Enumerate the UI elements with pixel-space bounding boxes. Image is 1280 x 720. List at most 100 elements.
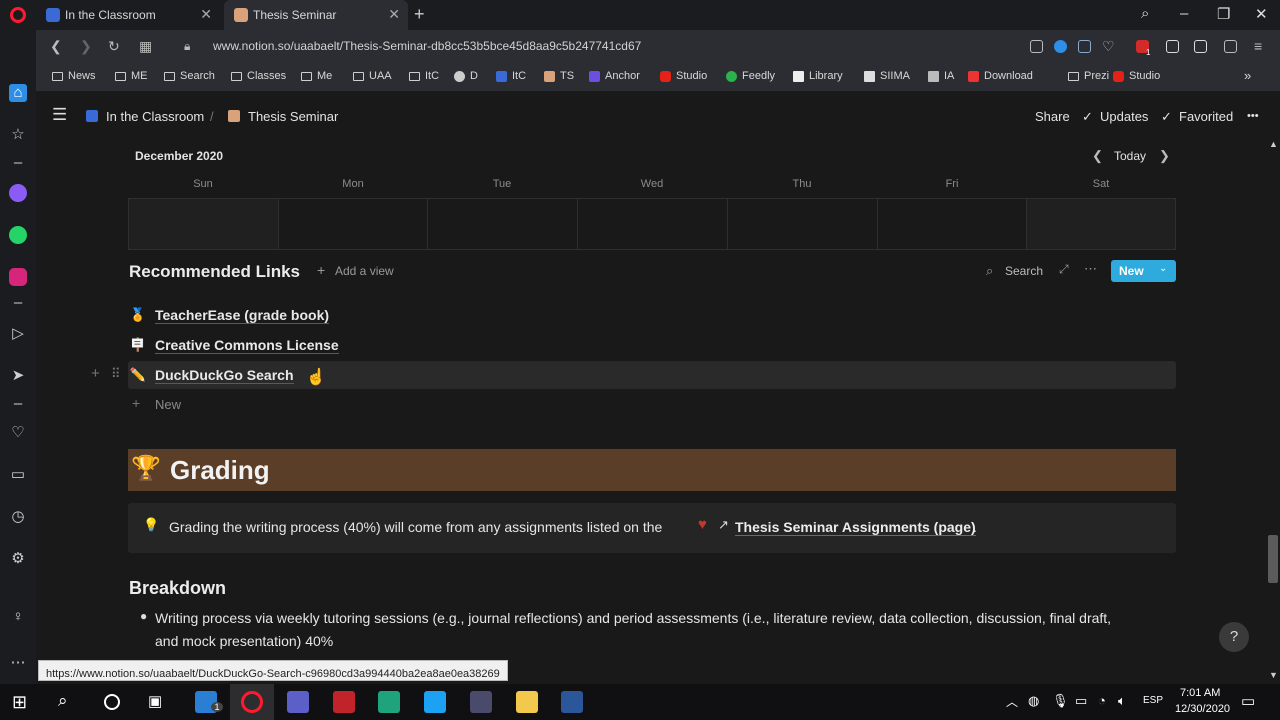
camera-icon[interactable] — [1030, 40, 1043, 53]
network-icon[interactable]: ◍ — [1028, 693, 1039, 709]
clock-date[interactable]: 12/30/2020 — [1175, 703, 1230, 715]
bookmark-search[interactable]: Search — [164, 70, 215, 82]
new-row-button[interactable]: New — [155, 397, 181, 412]
help-button[interactable]: ? — [1219, 622, 1249, 652]
cube-icon[interactable] — [1224, 40, 1237, 53]
bookmark-prezi[interactable]: Prezi — [1068, 70, 1109, 82]
updates-button[interactable]: Updates — [1100, 109, 1148, 124]
lightbulb-icon[interactable]: ♀ — [9, 608, 27, 626]
favorited-button[interactable]: Favorited — [1179, 109, 1233, 124]
page-link[interactable]: Thesis Seminar Assignments (page) — [735, 519, 976, 536]
bookmark-me-2[interactable]: Me — [301, 70, 332, 82]
bookmark-news[interactable]: News — [52, 70, 96, 82]
list-item[interactable]: 🪧 Creative Commons License — [128, 331, 339, 359]
show-hidden-icons[interactable]: ︿ — [1006, 693, 1018, 710]
calendar-day-cell[interactable] — [428, 199, 578, 249]
bookmark-feedly[interactable]: Feedly — [726, 70, 775, 82]
bookmark-library[interactable]: Library — [793, 70, 843, 82]
bookmark-itc-2[interactable]: ItC — [496, 70, 526, 82]
calendar-day-cell[interactable] — [279, 199, 428, 249]
file-explorer-icon[interactable] — [516, 691, 538, 713]
close-tab-icon[interactable]: ✕ — [388, 6, 400, 23]
bookmark-anchor[interactable]: Anchor — [589, 70, 640, 82]
url-field[interactable]: www.notion.so/uaabaelt/Thesis-Seminar-db… — [213, 39, 641, 53]
heart-icon[interactable]: ♡ — [9, 424, 27, 442]
settings-icon[interactable]: ⚙ — [9, 550, 27, 568]
minimize-icon[interactable]: – — [1180, 5, 1188, 22]
extension-icon-2[interactable] — [1194, 40, 1207, 53]
cortana-icon[interactable] — [104, 694, 120, 710]
tabs-icon[interactable]: ▭ — [9, 466, 27, 484]
sidebar-toggle-icon[interactable]: ☰ — [52, 105, 67, 125]
bookmark-uaa[interactable]: UAA — [353, 70, 392, 82]
bookmark-studio[interactable]: Studio — [660, 70, 707, 82]
breadcrumb-thesis-seminar[interactable]: Thesis Seminar — [248, 109, 338, 124]
add-view-button[interactable]: Add a view — [335, 264, 394, 278]
microphone-icon[interactable]: 🎙︎ — [1052, 693, 1069, 709]
calendar-day-cell[interactable] — [1027, 199, 1175, 249]
chat-app-icon[interactable] — [378, 691, 400, 713]
expand-icon[interactable]: ⤢ — [1059, 262, 1069, 277]
link-title[interactable]: TeacherEase (grade book) — [155, 307, 330, 324]
twitter-icon[interactable] — [424, 691, 446, 713]
windows-start-icon[interactable]: ⊞ — [12, 692, 27, 713]
drag-handle-icon[interactable]: ⠿ — [111, 366, 121, 382]
more-bookmarks-icon[interactable]: » — [1244, 68, 1251, 83]
bookmark-ia[interactable]: IA — [928, 70, 954, 82]
notion-extension-icon[interactable] — [1166, 40, 1179, 53]
close-tab-icon[interactable]: ✕ — [200, 6, 212, 23]
new-record-button[interactable]: New ⌄ — [1111, 260, 1176, 282]
clock-time[interactable]: 7:01 AM — [1180, 687, 1220, 699]
word-icon[interactable] — [561, 691, 583, 713]
tab-thesis-seminar[interactable]: Thesis Seminar ✕ — [224, 0, 408, 30]
calendar-day-cell[interactable] — [578, 199, 728, 249]
send-icon[interactable] — [1078, 40, 1091, 53]
scroll-down-icon[interactable]: ▼ — [1269, 670, 1278, 680]
opera-logo-icon[interactable] — [10, 7, 26, 23]
messenger-icon[interactable] — [9, 184, 27, 202]
search-icon[interactable]: ⌕ — [58, 691, 68, 711]
search-tabs-icon[interactable]: ⌕ — [1141, 5, 1149, 22]
instagram-icon[interactable] — [9, 268, 27, 286]
page-scrollbar[interactable]: ▲ ▼ — [1266, 139, 1280, 684]
bookmark-itc[interactable]: ItC — [409, 70, 439, 82]
calendar-day-cell[interactable] — [129, 199, 279, 249]
reload-icon[interactable]: ↻ — [108, 38, 120, 55]
link-title[interactable]: Creative Commons License — [155, 337, 339, 354]
calendar-day-cell[interactable] — [878, 199, 1027, 249]
opera-icon[interactable] — [241, 691, 263, 713]
teams-icon[interactable] — [287, 691, 309, 713]
list-item[interactable]: 🏅 TeacherEase (grade book) — [128, 301, 330, 329]
breadcrumb-in-the-classroom[interactable]: In the Classroom — [106, 109, 204, 124]
more-icon[interactable]: ⋯ — [9, 654, 27, 672]
add-block-icon[interactable]: + — [91, 365, 100, 382]
volume-icon[interactable]: 🔈︎ — [1118, 693, 1126, 709]
bookmark-d[interactable]: D — [454, 70, 478, 82]
home-icon[interactable]: ⌂ — [9, 84, 27, 102]
bookmark-download[interactable]: Download — [968, 70, 1033, 82]
slack-icon[interactable] — [470, 691, 492, 713]
forward-icon[interactable]: ❯ — [80, 38, 92, 55]
mendeley-icon[interactable] — [333, 691, 355, 713]
back-icon[interactable]: ❮ — [50, 38, 62, 55]
bookmark-me[interactable]: ME — [115, 70, 148, 82]
close-window-icon[interactable]: ✕ — [1255, 5, 1268, 23]
bookmark-ts[interactable]: TS — [544, 70, 574, 82]
database-more-icon[interactable]: ⋯ — [1084, 261, 1097, 277]
scrollbar-thumb[interactable] — [1268, 535, 1278, 583]
scroll-up-icon[interactable]: ▲ — [1269, 139, 1278, 149]
share-button[interactable]: Share — [1035, 109, 1070, 124]
bookmark-classes[interactable]: Classes — [231, 70, 286, 82]
battery-icon[interactable]: ▭ — [1075, 693, 1087, 709]
player-icon[interactable]: ▷ — [9, 325, 27, 343]
new-tab-button[interactable]: + — [414, 4, 425, 25]
bookmark-studio-2[interactable]: Studio — [1113, 70, 1160, 82]
heart-icon[interactable]: ♡ — [1102, 38, 1115, 55]
tab-in-the-classroom[interactable]: In the Classroom ✕ — [36, 0, 220, 30]
database-search-button[interactable]: Search — [1005, 264, 1043, 278]
calendar-day-cell[interactable] — [728, 199, 878, 249]
language-indicator[interactable]: ESP — [1143, 695, 1163, 706]
search-icon[interactable]: ⌕ — [986, 263, 993, 279]
chevron-down-icon[interactable]: ⌄ — [1159, 263, 1167, 274]
bookmark-siima[interactable]: SIIMA — [864, 70, 910, 82]
